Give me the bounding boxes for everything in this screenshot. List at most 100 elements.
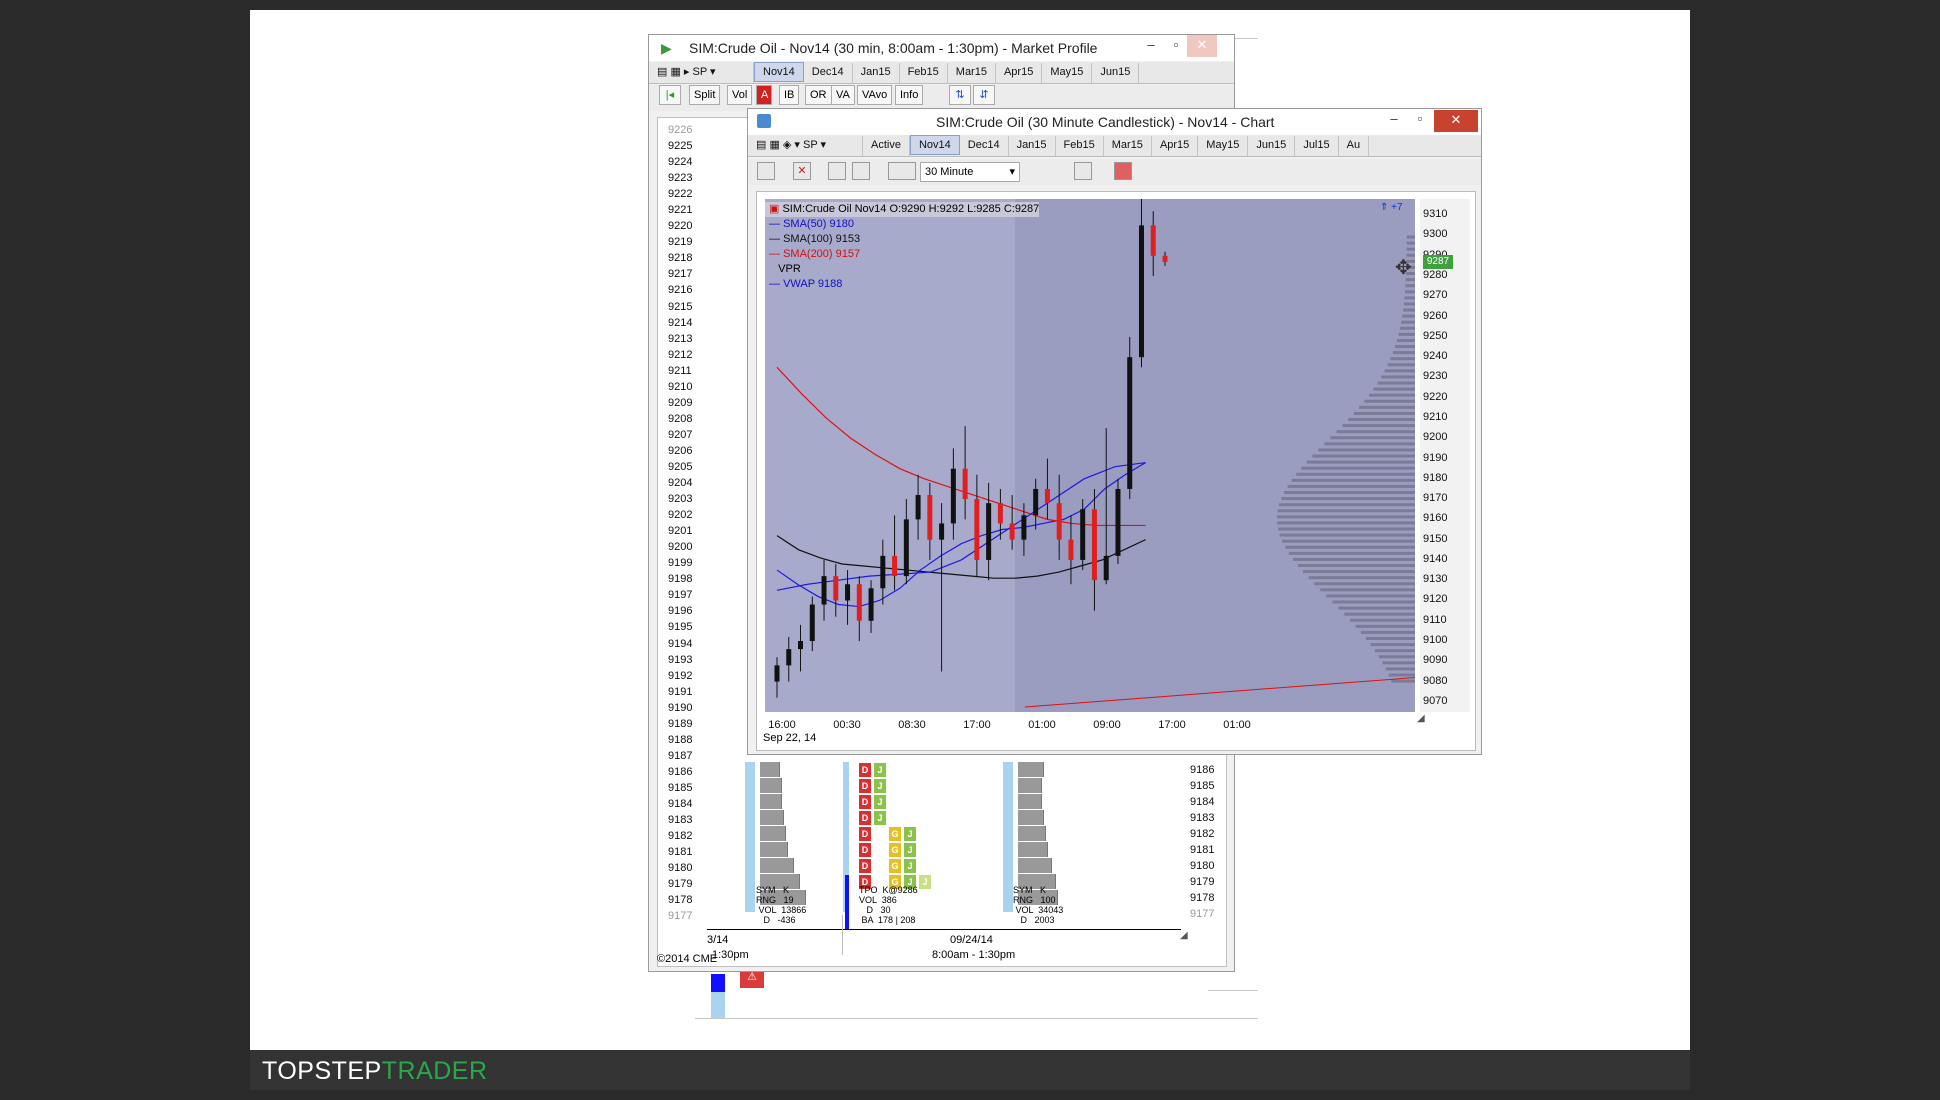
- price-tick: 9230: [1423, 370, 1448, 383]
- stats-left: SYM K RNG 19 VOL 13866 D -436: [756, 885, 807, 925]
- delete-icon[interactable]: ✕: [793, 162, 811, 180]
- price-tick: 9130: [1423, 573, 1448, 586]
- price-level: 9197: [668, 589, 693, 602]
- close-button[interactable]: ✕: [1434, 110, 1478, 132]
- volume-profile-bar: [1297, 564, 1415, 568]
- time-axis[interactable]: 16:00 00:30 08:30 17:00 01:00 09:00 17:00 01:00: [765, 712, 1415, 742]
- tab-mar15[interactable]: Mar15: [948, 63, 996, 83]
- tab-nov14[interactable]: Nov14: [909, 135, 960, 155]
- volume-bar: [760, 826, 786, 841]
- session-time-mid: 8:00am - 1:30pm: [932, 949, 1016, 961]
- price-level: 9185: [1190, 780, 1215, 793]
- chart-style-icon[interactable]: [888, 162, 916, 180]
- app-icon: ▶: [661, 40, 672, 56]
- vol-button[interactable]: Vol: [727, 85, 753, 105]
- price-level: 9182: [668, 830, 693, 843]
- price-level: 9178: [1190, 892, 1215, 905]
- volume-bar: [760, 794, 782, 809]
- tab-aug15[interactable]: Au: [1339, 136, 1370, 156]
- tab-dec14[interactable]: Dec14: [960, 136, 1009, 156]
- vavo-button[interactable]: VAvo: [857, 85, 893, 105]
- alert-icon[interactable]: ⚠: [740, 970, 764, 988]
- tab-feb15[interactable]: Feb15: [900, 63, 948, 83]
- layout-icon[interactable]: [1074, 162, 1092, 180]
- or-button[interactable]: OR: [805, 85, 832, 105]
- price-axis[interactable]: 9310930092909280927092609250924092309220…: [1420, 199, 1470, 712]
- toolbar-icons[interactable]: ▤ ▦ ▸ SP ▾: [649, 63, 754, 83]
- price-level: 9185: [668, 781, 693, 794]
- resize-grip-icon[interactable]: ◢: [1180, 930, 1188, 941]
- ib-button[interactable]: IB: [779, 85, 800, 105]
- tab-apr15[interactable]: Apr15: [1152, 136, 1199, 156]
- price-level: 9203: [668, 493, 693, 506]
- tab-active[interactable]: Active: [863, 136, 910, 156]
- volume-profile-bar: [1405, 284, 1415, 288]
- time-tick: 01:00: [1223, 719, 1251, 731]
- price-level: 9189: [668, 717, 693, 730]
- price-level: 9223: [668, 172, 693, 185]
- volume-profile-bar: [1403, 302, 1415, 306]
- resize-grip-icon[interactable]: ◢: [1417, 713, 1425, 724]
- brand-logo: TOPSTEPTRADER: [262, 1057, 488, 1085]
- footer-bar: TOPSTEPTRADER: [250, 1050, 1690, 1090]
- time-tick: 16:00: [768, 719, 796, 731]
- price-level: 9201: [668, 525, 693, 538]
- split-button[interactable]: Split: [689, 85, 721, 105]
- color-icon[interactable]: [1114, 162, 1132, 180]
- tpo-letter: D: [859, 763, 871, 777]
- tab-jul15[interactable]: Jul15: [1295, 136, 1339, 156]
- zoom-in-icon[interactable]: [828, 162, 846, 180]
- scroll-up-badge[interactable]: ⇑ +7: [1380, 202, 1403, 213]
- tab-apr15[interactable]: Apr15: [996, 63, 1043, 83]
- last-price-tag: 9287: [1423, 255, 1453, 269]
- volume-bar: [760, 842, 788, 857]
- tab-feb15[interactable]: Feb15: [1056, 136, 1104, 156]
- time-axis-date: Sep 22, 14: [763, 732, 817, 744]
- price-level: 9221: [668, 204, 693, 217]
- price-tick: 9280: [1423, 269, 1448, 282]
- tab-jan15[interactable]: Jan15: [1009, 136, 1056, 156]
- tpo-letter: D: [859, 843, 871, 857]
- tab-jun15[interactable]: Jun15: [1092, 63, 1140, 83]
- interval-select[interactable]: 30 Minute ▾: [920, 162, 1020, 182]
- tpo-letter: G: [889, 843, 901, 857]
- toolbar-icons[interactable]: ▤ ▦ ◈ ▾ SP ▾: [748, 136, 863, 156]
- price-level: 9214: [668, 316, 693, 329]
- candle-body: [915, 495, 921, 520]
- tpo-letter: G: [889, 827, 901, 841]
- candle-body: [1056, 503, 1062, 540]
- info-button[interactable]: Info: [895, 85, 924, 105]
- volume-profile-bar: [1385, 667, 1415, 671]
- a-button[interactable]: A: [756, 85, 772, 105]
- window-titlebar[interactable]: ▶ SIM:Crude Oil - Nov14 (30 min, 8:00am …: [649, 35, 1234, 61]
- tab-jun15[interactable]: Jun15: [1248, 136, 1296, 156]
- tpo-letter: J: [874, 763, 886, 777]
- legend-vwap: — VWAP 9188: [769, 278, 843, 290]
- close-button[interactable]: ✕: [1187, 35, 1217, 57]
- volume-profile-bar: [1314, 582, 1415, 586]
- va-button[interactable]: VA: [831, 85, 855, 105]
- volume-profile-bar: [1359, 405, 1415, 409]
- tab-mar15[interactable]: Mar15: [1104, 136, 1152, 156]
- price-level: 9226: [668, 124, 693, 136]
- zoom-out-icon[interactable]: [852, 162, 870, 180]
- window-titlebar[interactable]: SIM:Crude Oil (30 Minute Candlestick) - …: [748, 109, 1481, 135]
- maximize-button[interactable]: ▫: [1405, 109, 1435, 131]
- tab-may15[interactable]: May15: [1042, 63, 1093, 83]
- cursor-icon[interactable]: [757, 162, 775, 180]
- legend-sma100: — SMA(100) 9153: [769, 233, 861, 245]
- volume-profile-bar: [1399, 326, 1415, 330]
- tab-jan15[interactable]: Jan15: [853, 63, 900, 83]
- swap-icon[interactable]: ⇅: [949, 85, 971, 105]
- candle-body: [939, 523, 945, 540]
- price-level: 9213: [668, 332, 693, 345]
- tab-dec14[interactable]: Dec14: [804, 63, 853, 83]
- tab-may15[interactable]: May15: [1198, 136, 1249, 156]
- tpo-letter: D: [859, 859, 871, 873]
- candle-body: [997, 503, 1003, 524]
- tab-nov14[interactable]: Nov14: [754, 62, 804, 82]
- swap-icon[interactable]: ⇵: [973, 85, 995, 105]
- volume-bar: [1018, 794, 1042, 809]
- back-icon[interactable]: |◂: [659, 85, 681, 105]
- price-tick: 9240: [1423, 350, 1448, 363]
